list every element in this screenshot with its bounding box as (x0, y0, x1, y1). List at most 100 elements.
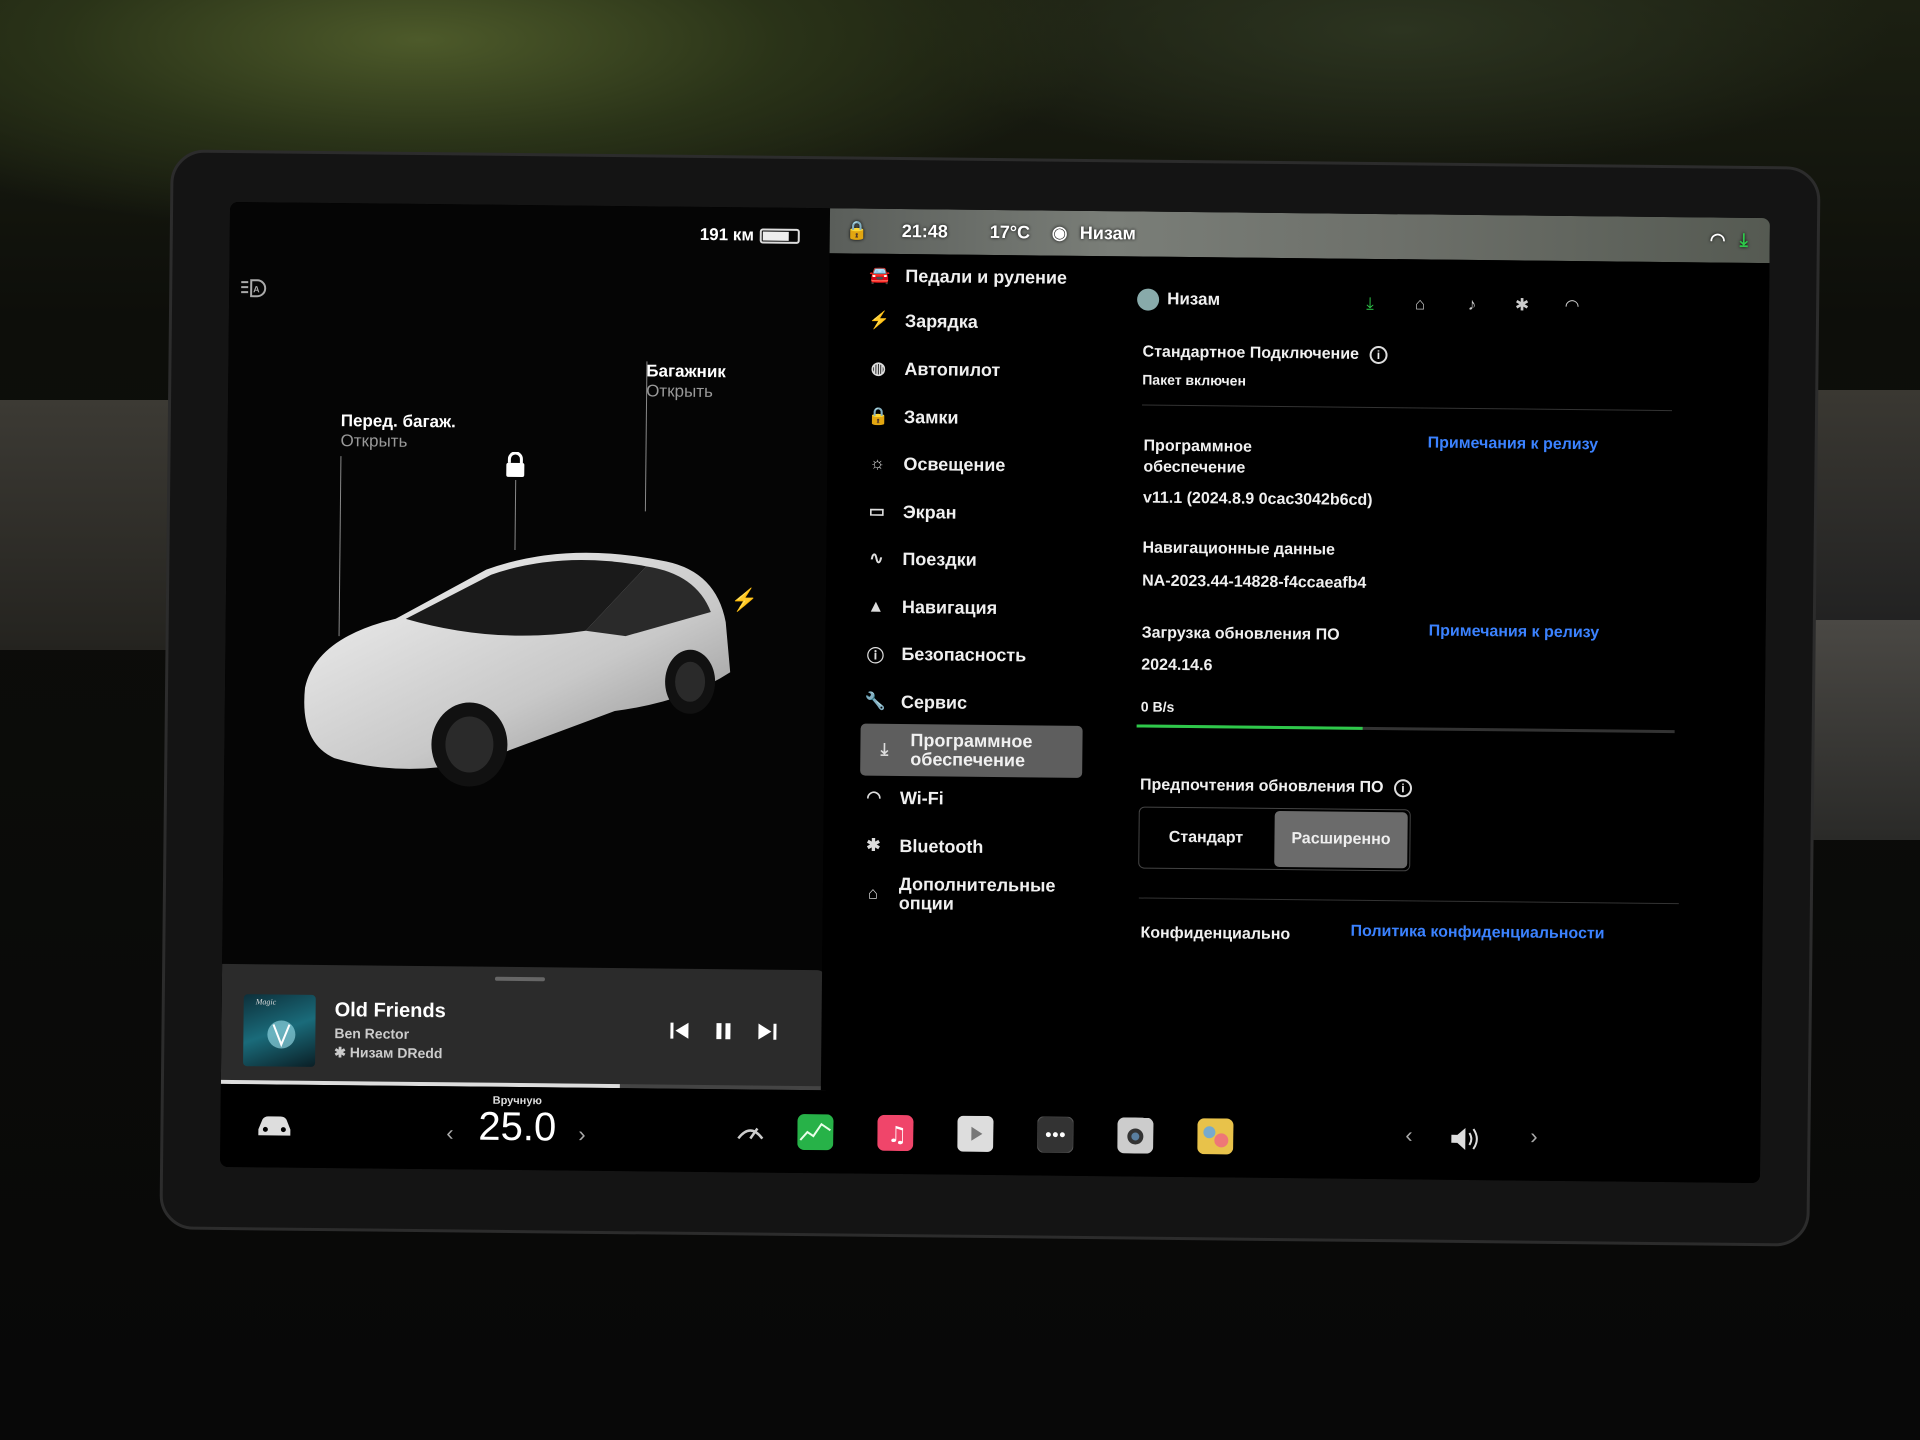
navigation-icon: ▲ (867, 596, 885, 616)
lock-status-icon[interactable]: 🔒 (846, 220, 869, 241)
download-progress-fill (1136, 724, 1363, 730)
software-content: Низам ⤓ ⌂ ♪ ✱ ◠ Стандартное Подключение … (1090, 256, 1770, 1101)
album-art: Magic (243, 994, 316, 1067)
album-art-text: Magic (255, 997, 277, 1006)
car-lock-icon[interactable] (504, 451, 526, 483)
bolt-icon: ⚡ (868, 310, 891, 330)
nav-data-version: NA-2023.44-14828-f4ccaeafb4 (1142, 572, 1367, 592)
menu-item-trips[interactable]: ∿ Поездки (866, 539, 977, 580)
volume-down-button[interactable]: ‹ (1405, 1122, 1413, 1148)
stocks-app-icon[interactable] (795, 1112, 835, 1152)
menu-item-label: Экран (902, 501, 957, 523)
menu-item-navigation[interactable]: ▲ Навигация (866, 587, 998, 628)
volume-up-button[interactable]: › (1530, 1124, 1538, 1150)
preferences-label-text: Предпочтения обновления ПО (1139, 776, 1384, 797)
download-speed: 0 B/s (1140, 698, 1175, 715)
menu-item-label: Замки (903, 406, 959, 428)
profile-avatar-icon (1137, 288, 1160, 311)
preference-advanced[interactable]: Расширенно (1274, 810, 1408, 869)
bluetooth-icon[interactable]: ✱ (1511, 295, 1533, 317)
download-progress-bar (1136, 724, 1675, 734)
temp-up-button[interactable]: › (578, 1122, 586, 1148)
media-player[interactable]: Magic Old Friends Ben Rector ✱ Низам DRe… (220, 963, 828, 1091)
trunk-callout[interactable]: Багажник Открыть (646, 361, 726, 403)
profile-name[interactable]: Низам (1080, 223, 1136, 245)
menu-item-sun[interactable]: ☼ Освещение (867, 444, 1005, 485)
bell-icon[interactable]: ♪ (1461, 295, 1483, 317)
profile-avatar-icon[interactable]: ◉ (1052, 223, 1068, 244)
menu-item-bag[interactable]: ⌂ Дополнительные опции (863, 874, 1059, 916)
wifi-icon[interactable]: ◠ (1561, 296, 1583, 318)
menu-item-label: Сервис (900, 691, 968, 713)
outside-temperature: 17°C (989, 221, 1031, 243)
privacy-label: Конфиденциально (1140, 924, 1291, 944)
car-panel: 191 км A Перед. багаж. Открыть Багажник … (220, 201, 831, 1091)
update-release-notes-link[interactable]: Примечания к релизу (1429, 623, 1600, 643)
trunk-action[interactable]: Открыть (646, 382, 726, 403)
menu-item-bolt[interactable]: ⚡ Зарядка (869, 301, 978, 342)
release-notes-link[interactable]: Примечания к релизу (1428, 435, 1599, 455)
volume-icon[interactable] (1445, 1119, 1485, 1159)
media-source: ✱ Низам DRedd (334, 1044, 442, 1062)
software-version: v11.1 (2024.8.9 0cac3042b6cd) (1142, 489, 1373, 509)
wrench-icon: 🔧 (864, 691, 887, 711)
menu-item-steering-wheel[interactable]: ◍ Автопилот (868, 349, 1001, 390)
frunk-callout[interactable]: Перед. багаж. Открыть (340, 411, 455, 453)
display-icon: ▭ (868, 501, 886, 521)
toybox-app-icon[interactable] (1195, 1116, 1235, 1156)
battery-fill (762, 231, 789, 241)
car-image: ⚡ (304, 552, 757, 787)
garage-icon[interactable]: ⌂ (1409, 294, 1431, 316)
connectivity-title-text: Стандартное Подключение (1142, 343, 1360, 363)
previous-track-button[interactable] (665, 1017, 693, 1045)
menu-item-alert[interactable]: ⓘ Безопасность (865, 634, 1027, 676)
menu-item-label: Bluetooth (899, 835, 984, 857)
update-preference-selector: Стандарт Расширенно (1138, 806, 1411, 872)
temp-down-button[interactable]: ‹ (446, 1120, 454, 1146)
content-profile[interactable]: Низам (1137, 288, 1220, 311)
preference-standard[interactable]: Стандарт (1139, 808, 1273, 869)
info-icon[interactable]: i (1393, 779, 1413, 798)
info-icon[interactable]: i (1369, 345, 1388, 365)
more-apps-icon[interactable] (1035, 1114, 1075, 1154)
trips-icon: ∿ (869, 548, 884, 568)
range-indicator: 191 км (700, 225, 801, 246)
menu-item-download[interactable]: ⤓ Программное обеспечение (860, 723, 1083, 778)
menu-item-lock[interactable]: 🔒 Замки (868, 397, 959, 438)
menu-item-bluetooth[interactable]: ✱ Bluetooth (863, 826, 983, 867)
next-track-button[interactable] (753, 1017, 781, 1045)
menu-item-label: Безопасность (901, 643, 1027, 665)
update-label: Загрузка обновления ПО (1141, 624, 1340, 644)
software-label: Программное обеспечение (1143, 437, 1253, 477)
menu-item-wrench[interactable]: 🔧 Сервис (865, 682, 968, 723)
download-icon[interactable]: ⤓ (1359, 294, 1381, 316)
trunk-line (644, 361, 648, 512)
auto-headlights-icon[interactable]: A (239, 277, 271, 301)
divider (1142, 404, 1672, 412)
car-icon: 🚘 (869, 265, 891, 285)
update-version: 2024.14.6 (1141, 656, 1213, 675)
camera-app-icon[interactable] (1115, 1115, 1155, 1155)
temperature-setting[interactable]: 25.0 (478, 1105, 556, 1151)
download-status-icon: ⤓ (1739, 229, 1748, 250)
svg-text:A: A (253, 284, 260, 294)
wifi-icon: ◠ (866, 787, 882, 807)
music-app-icon[interactable]: ♫ (875, 1113, 915, 1153)
menu-item-wifi[interactable]: ◠ Wi-Fi (864, 778, 944, 819)
menu-item-label: Педали и руление (905, 265, 1068, 288)
battery-icon (759, 228, 801, 244)
connectivity-status: Пакет включен (1142, 371, 1247, 389)
bluetooth-icon: ✱ (866, 835, 881, 855)
menu-item-car[interactable]: 🚘 Педали и руление (869, 256, 1067, 298)
sun-icon: ☼ (869, 453, 886, 473)
clock: 21:48 (901, 220, 948, 242)
privacy-policy-link[interactable]: Политика конфиденциальности (1350, 923, 1604, 944)
wipers-icon[interactable] (730, 1111, 770, 1151)
menu-item-label: Освещение (903, 453, 1006, 475)
car-icon[interactable] (254, 1106, 294, 1146)
video-app-icon[interactable] (955, 1114, 995, 1154)
media-drag-handle[interactable] (494, 976, 545, 982)
menu-item-display[interactable]: ▭ Экран (867, 492, 957, 533)
pause-button[interactable] (709, 1017, 737, 1045)
frunk-action[interactable]: Открыть (340, 432, 455, 454)
